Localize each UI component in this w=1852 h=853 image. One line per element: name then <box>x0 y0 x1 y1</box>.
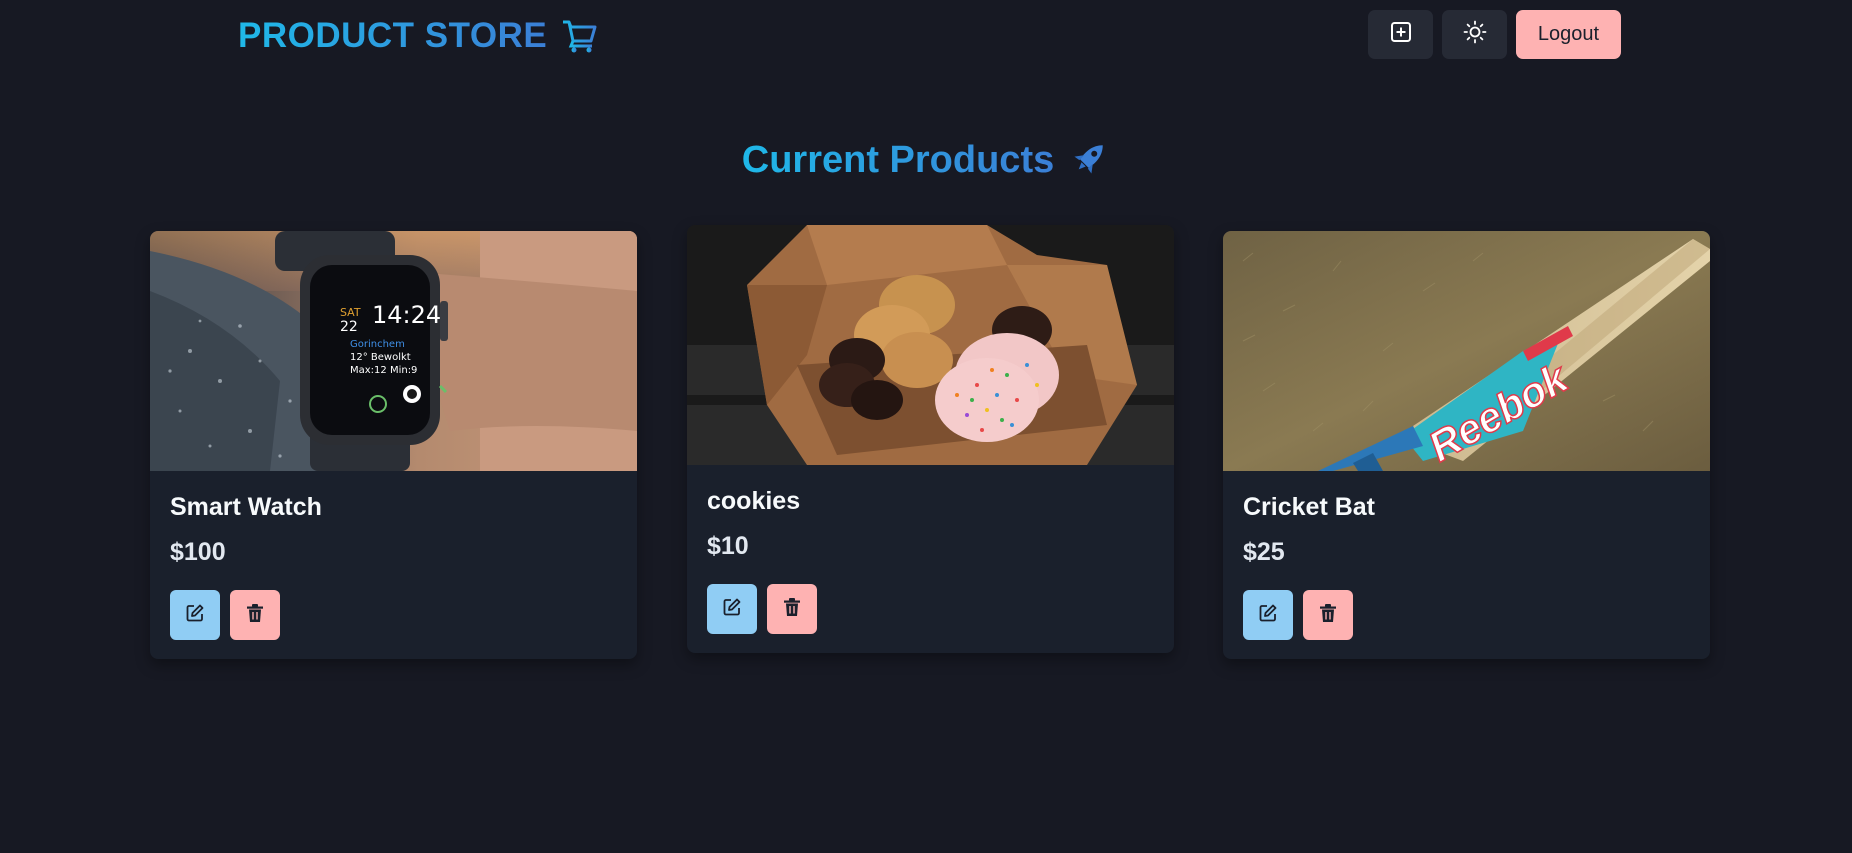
smartwatch-image: SAT 22 14:24 Gorinchem 12° Bewolkt Max:1… <box>150 231 637 471</box>
svg-text:Gorinchem: Gorinchem <box>350 339 405 350</box>
page-title: Current Products <box>741 139 1055 181</box>
edit-product-button[interactable] <box>707 584 757 634</box>
navbar: PRODUCT STORE Logout <box>0 0 1852 72</box>
svg-text:Max:12 Min:9: Max:12 Min:9 <box>350 365 417 376</box>
trash-icon <box>783 597 801 622</box>
product-card: cookies $10 <box>687 225 1174 653</box>
product-card: SAT 22 14:24 Gorinchem 12° Bewolkt Max:1… <box>150 231 637 659</box>
edit-product-button[interactable] <box>1243 590 1293 640</box>
create-product-button[interactable] <box>1368 10 1433 59</box>
trash-icon <box>1319 603 1337 628</box>
logout-button[interactable]: Logout <box>1516 10 1621 59</box>
plus-square-icon <box>1390 21 1412 48</box>
product-actions <box>707 584 1154 634</box>
svg-text:14:24: 14:24 <box>372 301 441 329</box>
product-name: Cricket Bat <box>1243 493 1375 521</box>
product-actions <box>170 590 617 640</box>
shopping-cart-icon <box>561 19 597 53</box>
brand-link[interactable]: PRODUCT STORE <box>238 14 597 58</box>
cricket-bat-image: Reebok <box>1223 231 1710 471</box>
page-heading: Current Products <box>0 138 1852 183</box>
trash-icon <box>246 603 264 628</box>
svg-text:22: 22 <box>340 319 358 335</box>
edit-icon <box>185 603 205 628</box>
delete-product-button[interactable] <box>1303 590 1353 640</box>
cookies-box-image <box>687 225 1174 465</box>
edit-icon <box>722 597 742 622</box>
svg-text:12° Bewolkt: 12° Bewolkt <box>350 352 411 363</box>
nav-actions: Logout <box>1368 10 1621 59</box>
brand-title: PRODUCT STORE <box>238 16 548 55</box>
product-card: Reebok Cricket Bat $25 <box>1223 231 1710 659</box>
product-name: cookies <box>707 487 801 515</box>
product-price: $25 <box>1243 538 1285 566</box>
delete-product-button[interactable] <box>767 584 817 634</box>
edit-icon <box>1258 603 1278 628</box>
product-price: $100 <box>170 538 226 566</box>
edit-product-button[interactable] <box>170 590 220 640</box>
product-actions <box>1243 590 1690 640</box>
rocket-icon <box>1070 138 1110 183</box>
sun-icon <box>1463 20 1487 49</box>
delete-product-button[interactable] <box>230 590 280 640</box>
product-price: $10 <box>707 532 749 560</box>
theme-toggle-button[interactable] <box>1442 10 1507 59</box>
svg-text:SAT: SAT <box>340 306 361 319</box>
product-name: Smart Watch <box>170 493 322 521</box>
